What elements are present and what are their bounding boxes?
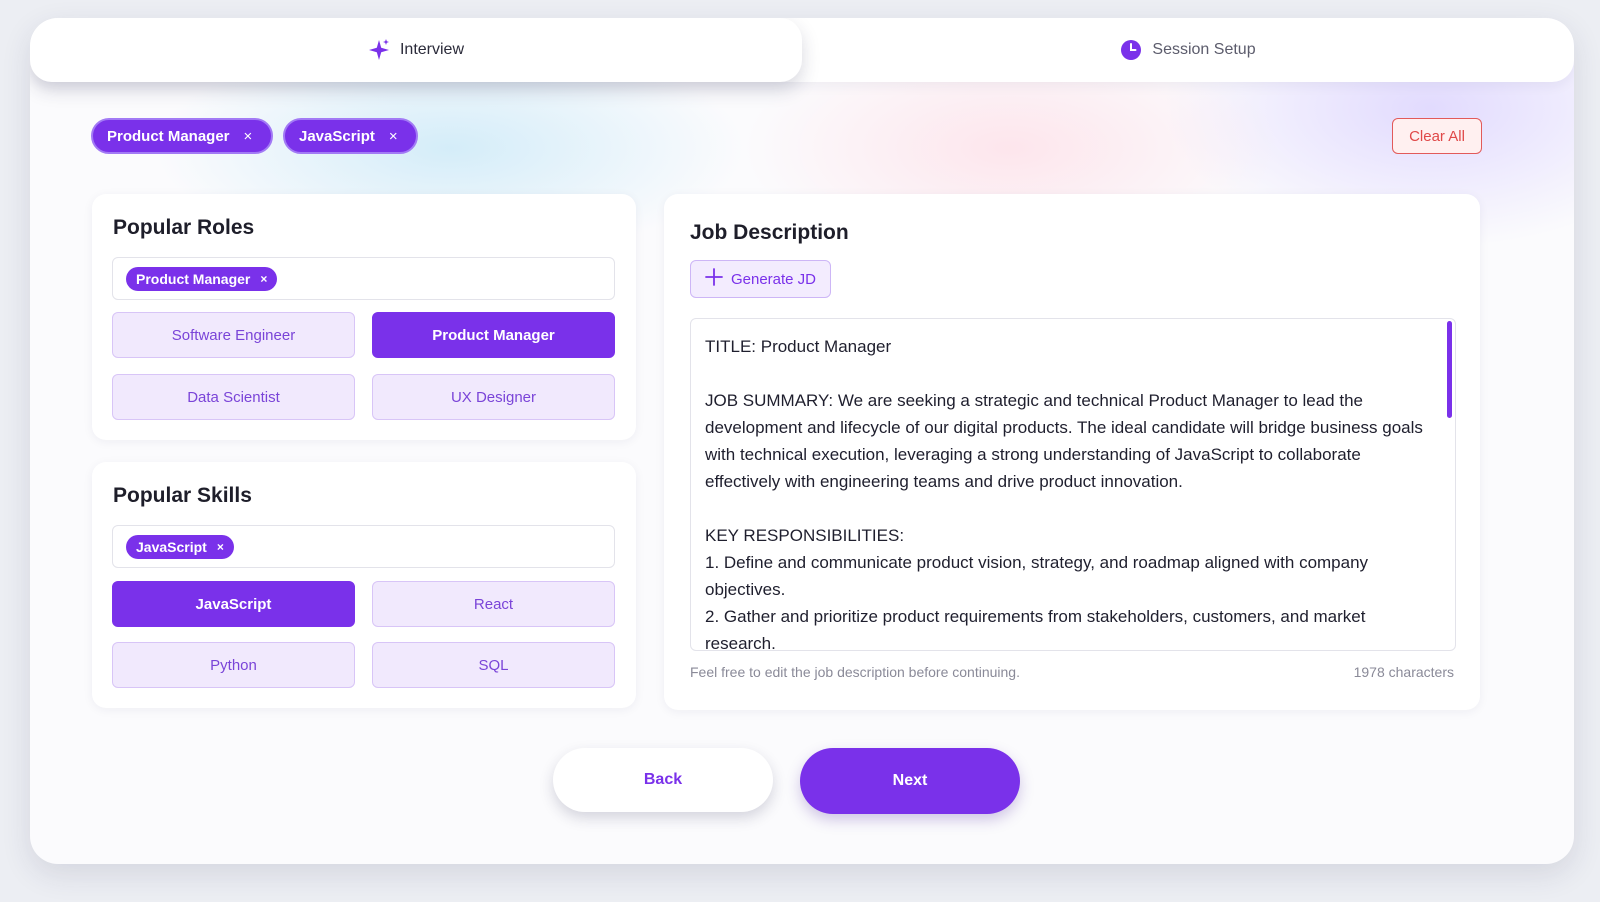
skill-option-sql[interactable]: SQL <box>372 642 615 688</box>
clear-all-button[interactable]: Clear All <box>1392 118 1482 154</box>
plus-icon <box>705 268 723 290</box>
popular-skills-panel: Popular Skills JavaScript × JavaScript R… <box>92 462 636 708</box>
job-description-panel: Job Description Generate JD TITLE: Produ… <box>664 194 1480 710</box>
close-icon[interactable]: × <box>260 272 267 286</box>
skill-option-react[interactable]: React <box>372 581 615 627</box>
generate-jd-button[interactable]: Generate JD <box>690 260 831 298</box>
roles-select-field[interactable]: Product Manager × <box>112 257 615 300</box>
edit-hint: Feel free to edit the job description be… <box>690 664 1020 680</box>
selected-role-label: Product Manager <box>107 127 230 145</box>
popular-roles-title: Popular Roles <box>113 216 255 239</box>
role-option-data-scientist[interactable]: Data Scientist <box>112 374 355 420</box>
skills-selected-label: JavaScript <box>136 538 207 555</box>
popular-roles-panel: Popular Roles Product Manager × Software… <box>92 194 636 440</box>
close-icon[interactable]: × <box>389 128 398 145</box>
roles-selected-chip: Product Manager × <box>126 266 278 291</box>
selected-role-chip: Product Manager × <box>91 118 273 154</box>
next-button[interactable]: Next <box>800 748 1020 814</box>
tab-interview[interactable]: Interview <box>30 18 802 82</box>
job-description-text: TITLE: Product Manager JOB SUMMARY: We a… <box>705 337 1423 651</box>
close-icon[interactable]: × <box>217 540 224 554</box>
tab-interview-label: Interview <box>399 41 465 58</box>
interview-setup-card: Interview Session Setup Product Manager … <box>30 18 1574 864</box>
skills-selected-chip: JavaScript × <box>126 534 234 559</box>
selected-skill-chip: JavaScript × <box>283 118 418 154</box>
skills-select-field[interactable]: JavaScript × <box>112 525 615 568</box>
tab-session-setup[interactable]: Session Setup <box>802 18 1574 82</box>
skill-option-javascript[interactable]: JavaScript <box>112 581 355 627</box>
role-option-ux-designer[interactable]: UX Designer <box>372 374 615 420</box>
back-button[interactable]: Back <box>553 748 773 812</box>
sparkle-icon <box>368 39 390 61</box>
role-option-software-engineer[interactable]: Software Engineer <box>112 312 355 358</box>
popular-skills-title: Popular Skills <box>113 484 252 507</box>
job-description-title: Job Description <box>690 221 849 244</box>
selected-skill-label: JavaScript <box>299 127 375 145</box>
tab-bar: Interview Session Setup <box>30 18 1574 82</box>
character-count: 1978 characters <box>1353 664 1454 680</box>
skill-option-python[interactable]: Python <box>112 642 355 688</box>
role-option-product-manager[interactable]: Product Manager <box>372 312 615 358</box>
close-icon[interactable]: × <box>244 128 253 145</box>
roles-selected-label: Product Manager <box>136 270 251 287</box>
clock-icon <box>1120 39 1142 61</box>
generate-jd-label: Generate JD <box>730 270 817 288</box>
job-description-textarea[interactable]: TITLE: Product Manager JOB SUMMARY: We a… <box>690 318 1456 651</box>
job-description-scrollbar[interactable] <box>1447 321 1452 418</box>
tab-session-label: Session Setup <box>1152 41 1256 58</box>
